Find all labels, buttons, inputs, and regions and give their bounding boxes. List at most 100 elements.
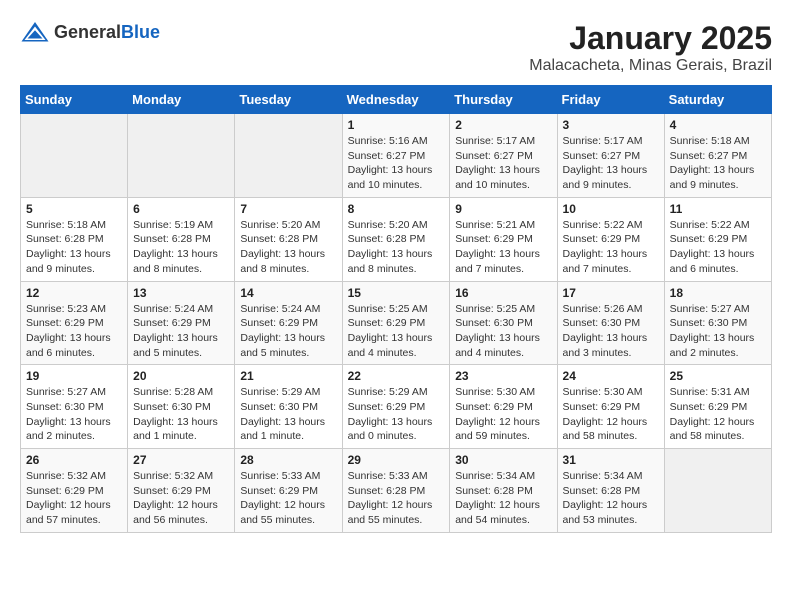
day-number: 28 [240, 453, 336, 467]
day-number: 29 [348, 453, 445, 467]
day-info: Sunrise: 5:18 AM Sunset: 6:27 PM Dayligh… [670, 134, 766, 193]
day-number: 4 [670, 118, 766, 132]
day-number: 17 [563, 286, 659, 300]
day-number: 20 [133, 369, 229, 383]
day-info: Sunrise: 5:30 AM Sunset: 6:29 PM Dayligh… [563, 385, 659, 444]
day-info: Sunrise: 5:34 AM Sunset: 6:28 PM Dayligh… [455, 469, 551, 528]
day-info: Sunrise: 5:30 AM Sunset: 6:29 PM Dayligh… [455, 385, 551, 444]
day-info: Sunrise: 5:32 AM Sunset: 6:29 PM Dayligh… [133, 469, 229, 528]
day-info: Sunrise: 5:16 AM Sunset: 6:27 PM Dayligh… [348, 134, 445, 193]
page-header: GeneralBlue January 2025 Malacacheta, Mi… [20, 20, 772, 75]
day-number: 1 [348, 118, 445, 132]
day-info: Sunrise: 5:22 AM Sunset: 6:29 PM Dayligh… [670, 218, 766, 277]
day-cell: 12Sunrise: 5:23 AM Sunset: 6:29 PM Dayli… [21, 281, 128, 365]
day-info: Sunrise: 5:28 AM Sunset: 6:30 PM Dayligh… [133, 385, 229, 444]
day-number: 7 [240, 202, 336, 216]
day-number: 16 [455, 286, 551, 300]
day-cell: 14 Sunrise: 5:24 AM Sunset: 6:29 PM Dayli… [235, 281, 342, 365]
day-cell: 27 Sunrise: 5:32 AM Sunset: 6:29 PM Dayli… [128, 449, 235, 533]
day-info: Sunrise: 5:32 AM Sunset: 6:29 PM Dayligh… [26, 469, 122, 528]
day-cell [235, 114, 342, 198]
day-cell: 5 Sunrise: 5:18 AM Sunset: 6:28 PM Daylig… [21, 197, 128, 281]
day-info: Sunrise: 5:33 AM Sunset: 6:29 PM Dayligh… [240, 469, 336, 528]
weekday-header-row: SundayMondayTuesdayWednesdayThursdayFrid… [21, 86, 772, 114]
day-cell [21, 114, 128, 198]
weekday-header-thursday: Thursday [450, 86, 557, 114]
day-cell: 6 Sunrise: 5:19 AM Sunset: 6:28 PM Daylig… [128, 197, 235, 281]
day-info: Sunrise: 5:22 AM Sunset: 6:29 PM Dayligh… [563, 218, 659, 277]
day-cell: 1 Sunrise: 5:16 AM Sunset: 6:27 PM Daylig… [342, 114, 450, 198]
day-number: 19 [26, 369, 122, 383]
day-cell: 18Sunrise: 5:27 AM Sunset: 6:30 PM Dayli… [664, 281, 771, 365]
day-number: 11 [670, 202, 766, 216]
day-number: 5 [26, 202, 122, 216]
subtitle: Malacacheta, Minas Gerais, Brazil [529, 57, 772, 75]
day-info: Sunrise: 5:26 AM Sunset: 6:30 PM Dayligh… [563, 302, 659, 361]
day-cell: 25 Sunrise: 5:31 AM Sunset: 6:29 PM Dayli… [664, 365, 771, 449]
day-info: Sunrise: 5:18 AM Sunset: 6:28 PM Dayligh… [26, 218, 122, 277]
title-area: January 2025 Malacacheta, Minas Gerais, … [529, 20, 772, 75]
day-cell: 21 Sunrise: 5:29 AM Sunset: 6:30 PM Dayli… [235, 365, 342, 449]
day-cell [128, 114, 235, 198]
day-number: 26 [26, 453, 122, 467]
day-number: 22 [348, 369, 445, 383]
day-info: Sunrise: 5:31 AM Sunset: 6:29 PM Dayligh… [670, 385, 766, 444]
day-cell: 19 Sunrise: 5:27 AM Sunset: 6:30 PM Dayli… [21, 365, 128, 449]
day-cell: 26 Sunrise: 5:32 AM Sunset: 6:29 PM Dayli… [21, 449, 128, 533]
day-cell: 9Sunrise: 5:21 AM Sunset: 6:29 PM Daylig… [450, 197, 557, 281]
day-info: Sunrise: 5:24 AM Sunset: 6:29 PM Dayligh… [133, 302, 229, 361]
day-cell: 29Sunrise: 5:33 AM Sunset: 6:28 PM Dayli… [342, 449, 450, 533]
day-number: 30 [455, 453, 551, 467]
weekday-header-tuesday: Tuesday [235, 86, 342, 114]
day-info: Sunrise: 5:27 AM Sunset: 6:30 PM Dayligh… [670, 302, 766, 361]
day-info: Sunrise: 5:25 AM Sunset: 6:29 PM Dayligh… [348, 302, 445, 361]
day-info: Sunrise: 5:20 AM Sunset: 6:28 PM Dayligh… [348, 218, 445, 277]
day-number: 2 [455, 118, 551, 132]
calendar: SundayMondayTuesdayWednesdayThursdayFrid… [20, 85, 772, 533]
day-info: Sunrise: 5:20 AM Sunset: 6:28 PM Dayligh… [240, 218, 336, 277]
day-cell: 4 Sunrise: 5:18 AM Sunset: 6:27 PM Daylig… [664, 114, 771, 198]
weekday-header-monday: Monday [128, 86, 235, 114]
weekday-header-friday: Friday [557, 86, 664, 114]
day-cell: 28 Sunrise: 5:33 AM Sunset: 6:29 PM Dayli… [235, 449, 342, 533]
day-number: 15 [348, 286, 445, 300]
week-row-2: 5 Sunrise: 5:18 AM Sunset: 6:28 PM Daylig… [21, 197, 772, 281]
day-info: Sunrise: 5:17 AM Sunset: 6:27 PM Dayligh… [455, 134, 551, 193]
main-title: January 2025 [529, 20, 772, 57]
day-cell: 2 Sunrise: 5:17 AM Sunset: 6:27 PM Daylig… [450, 114, 557, 198]
day-cell: 10 Sunrise: 5:22 AM Sunset: 6:29 PM Dayli… [557, 197, 664, 281]
day-number: 21 [240, 369, 336, 383]
day-number: 12 [26, 286, 122, 300]
day-cell: 8Sunrise: 5:20 AM Sunset: 6:28 PM Daylig… [342, 197, 450, 281]
logo-icon [20, 20, 50, 45]
day-info: Sunrise: 5:27 AM Sunset: 6:30 PM Dayligh… [26, 385, 122, 444]
day-number: 23 [455, 369, 551, 383]
weekday-header-saturday: Saturday [664, 86, 771, 114]
day-number: 3 [563, 118, 659, 132]
day-cell: 7 Sunrise: 5:20 AM Sunset: 6:28 PM Daylig… [235, 197, 342, 281]
day-info: Sunrise: 5:24 AM Sunset: 6:29 PM Dayligh… [240, 302, 336, 361]
weekday-header-wednesday: Wednesday [342, 86, 450, 114]
day-cell: 11 Sunrise: 5:22 AM Sunset: 6:29 PM Dayli… [664, 197, 771, 281]
logo-text-general: General [54, 22, 121, 42]
day-cell: 3 Sunrise: 5:17 AM Sunset: 6:27 PM Daylig… [557, 114, 664, 198]
day-number: 10 [563, 202, 659, 216]
day-cell: 20 Sunrise: 5:28 AM Sunset: 6:30 PM Dayli… [128, 365, 235, 449]
week-row-3: 12Sunrise: 5:23 AM Sunset: 6:29 PM Dayli… [21, 281, 772, 365]
day-number: 14 [240, 286, 336, 300]
day-info: Sunrise: 5:19 AM Sunset: 6:28 PM Dayligh… [133, 218, 229, 277]
day-info: Sunrise: 5:29 AM Sunset: 6:29 PM Dayligh… [348, 385, 445, 444]
day-cell: 16Sunrise: 5:25 AM Sunset: 6:30 PM Dayli… [450, 281, 557, 365]
day-cell: 13 Sunrise: 5:24 AM Sunset: 6:29 PM Dayli… [128, 281, 235, 365]
week-row-1: 1 Sunrise: 5:16 AM Sunset: 6:27 PM Daylig… [21, 114, 772, 198]
day-number: 27 [133, 453, 229, 467]
day-number: 6 [133, 202, 229, 216]
day-number: 13 [133, 286, 229, 300]
day-info: Sunrise: 5:17 AM Sunset: 6:27 PM Dayligh… [563, 134, 659, 193]
day-number: 25 [670, 369, 766, 383]
day-info: Sunrise: 5:29 AM Sunset: 6:30 PM Dayligh… [240, 385, 336, 444]
day-number: 24 [563, 369, 659, 383]
day-cell: 17 Sunrise: 5:26 AM Sunset: 6:30 PM Dayli… [557, 281, 664, 365]
weekday-header-sunday: Sunday [21, 86, 128, 114]
day-info: Sunrise: 5:34 AM Sunset: 6:28 PM Dayligh… [563, 469, 659, 528]
